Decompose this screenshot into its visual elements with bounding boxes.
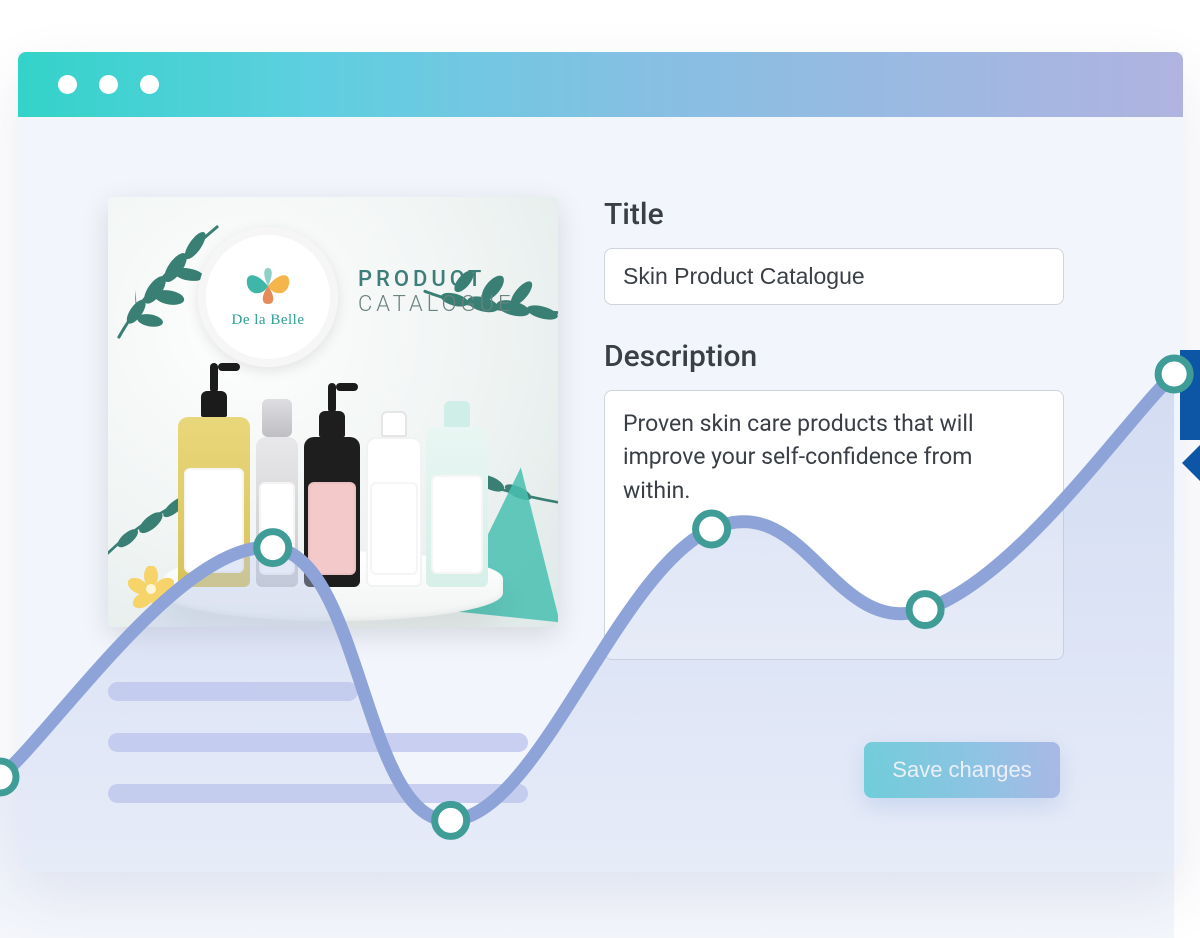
form-panel: Title Description Proven skin care produ… xyxy=(604,197,1123,832)
edge-decoration xyxy=(1180,350,1200,440)
window-dot xyxy=(140,75,159,94)
browser-topbar xyxy=(18,52,1183,117)
placeholder-line xyxy=(108,733,528,752)
product-bottles xyxy=(178,377,488,587)
placeholder-line xyxy=(108,682,358,701)
save-changes-button[interactable]: Save changes xyxy=(864,742,1060,798)
flower-icon xyxy=(128,566,174,612)
brand-badge: De la Belle xyxy=(198,227,338,367)
title-input[interactable] xyxy=(604,248,1064,305)
bottle-icon xyxy=(304,437,360,587)
brand-logo-icon xyxy=(241,266,295,306)
bottle-icon xyxy=(178,417,250,587)
catalogue-label: PRODUCT CATALOGUE xyxy=(358,267,515,318)
catalogue-label-line1: PRODUCT xyxy=(358,267,515,292)
left-column: De la Belle PRODUCT CATALOGUE xyxy=(108,197,558,832)
chart-point xyxy=(0,761,16,793)
brand-name: De la Belle xyxy=(232,312,305,329)
placeholder-line xyxy=(108,784,528,803)
description-label: Description xyxy=(604,339,1123,374)
window-dot xyxy=(99,75,118,94)
bottle-icon xyxy=(256,437,298,587)
placeholder-lines xyxy=(108,682,558,803)
title-label: Title xyxy=(604,197,1123,232)
stage: De la Belle PRODUCT CATALOGUE xyxy=(0,0,1200,938)
content-area: De la Belle PRODUCT CATALOGUE xyxy=(18,117,1183,872)
bottle-icon xyxy=(426,427,488,587)
product-catalogue-image: De la Belle PRODUCT CATALOGUE xyxy=(108,197,558,627)
description-textarea[interactable]: Proven skin care products that will impr… xyxy=(604,390,1064,660)
edge-arrow-icon xyxy=(1182,445,1200,481)
window-dot xyxy=(58,75,77,94)
bottle-icon xyxy=(366,437,422,587)
catalogue-label-line2: CATALOGUE xyxy=(358,292,515,317)
